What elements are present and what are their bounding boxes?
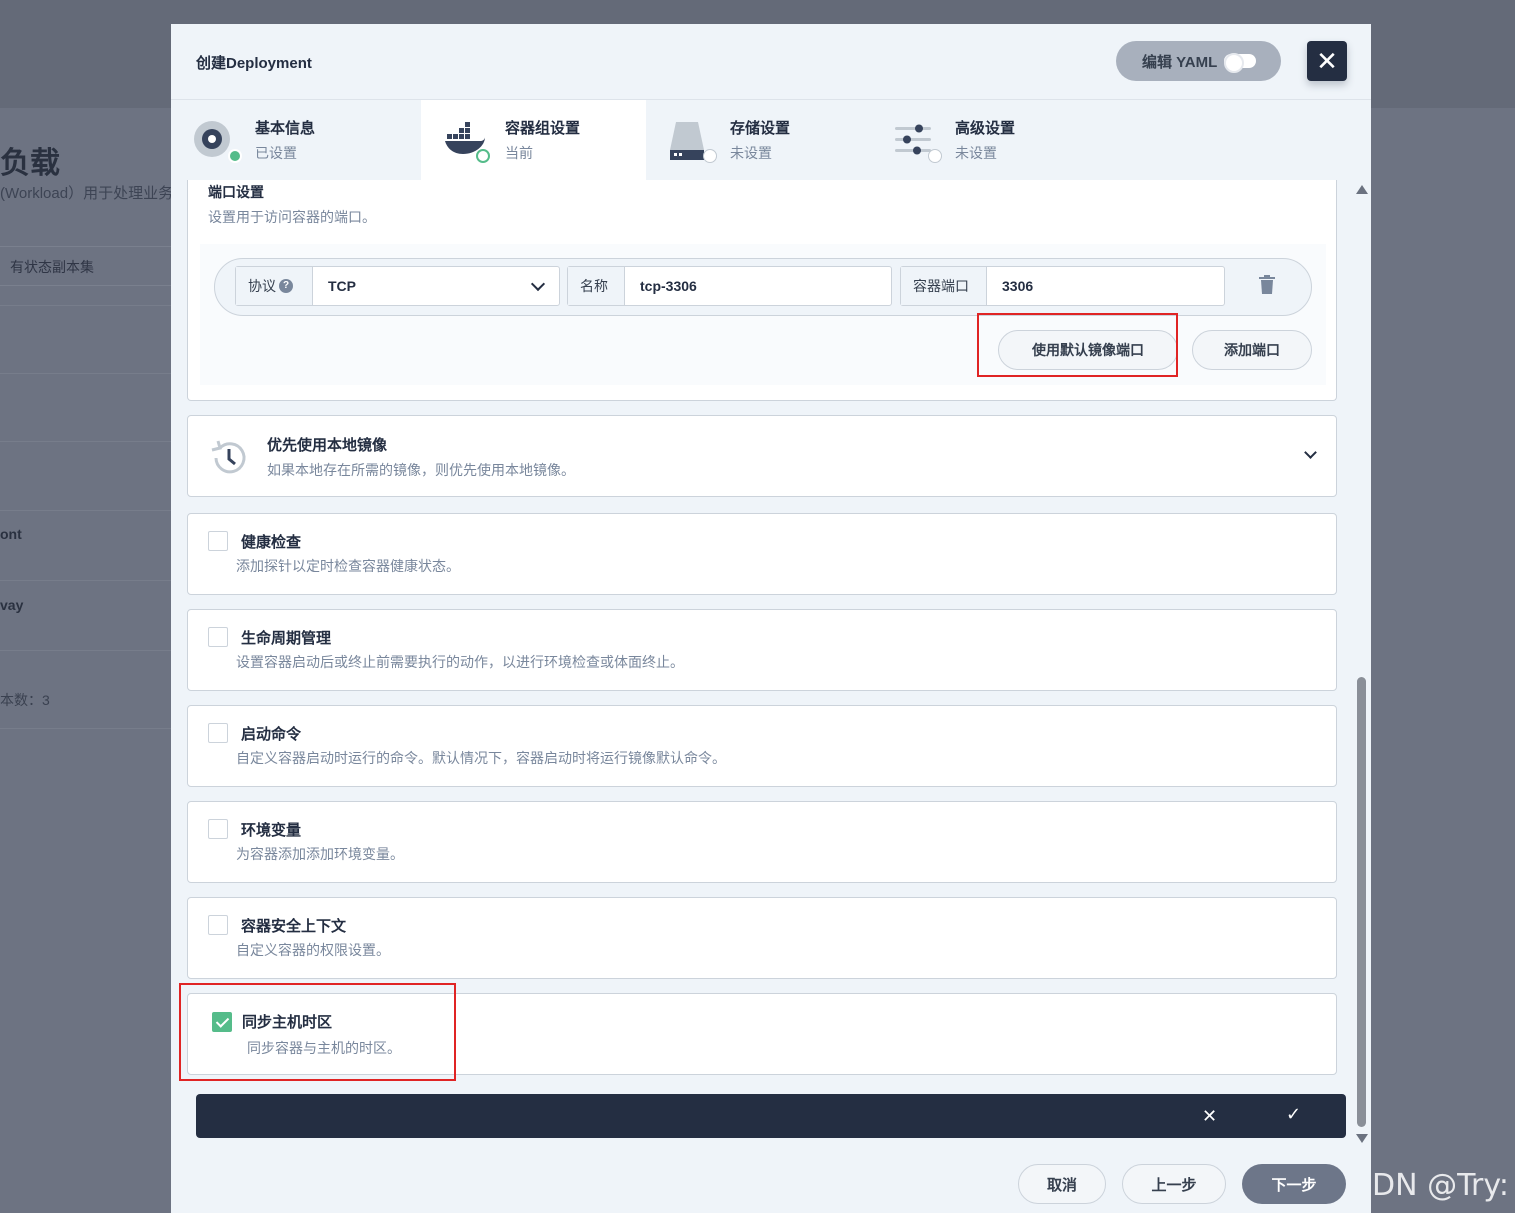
current-status-icon [476,149,490,163]
option-lifecycle: 生命周期管理 设置容器启动后或终止前需要执行的动作，以进行环境检查或体面终止。 [187,609,1337,691]
bg-page-title: 负载 [0,147,60,180]
step-name: 基本信息 [255,120,316,137]
bg-page-desc: (Workload）用于处理业务 [0,185,174,202]
bg-divider [0,510,171,511]
create-deployment-modal: 创建Deployment 编辑 YAML ✕ 基本信息 已设置 容器组设置 当前… [171,24,1371,1213]
bg-row-text: 本数：3 [0,692,50,708]
help-icon: ? [279,279,293,293]
modal-title: 创建Deployment [196,55,312,72]
option-title: 启动命令 [241,726,302,743]
step-state: 未设置 [955,145,997,161]
security-context-checkbox[interactable] [208,915,228,935]
step-basic-info[interactable]: 基本信息 已设置 [171,100,396,180]
port-name-field[interactable]: 名称 tcp-3306 [567,266,892,306]
option-desc: 为容器添加添加环境变量。 [236,846,404,862]
highlight-box [179,983,456,1081]
protocol-label: 协议 ? [236,267,313,305]
bg-divider [0,728,171,729]
step-state: 未设置 [730,145,772,161]
option-start-command: 启动命令 自定义容器启动时运行的命令。默认情况下，容器启动时将运行镜像默认命令。 [187,705,1337,787]
bg-divider [0,580,171,581]
port-row: 协议 ? TCP 名称 tcp-3306 容器端口 3306 [214,258,1312,316]
container-port-input[interactable]: 3306 [987,267,1224,305]
scroll-up-icon[interactable] [1356,185,1368,194]
bg-divider [0,650,171,651]
cancel-edit-icon[interactable]: ✕ [1202,1106,1217,1127]
close-icon: ✕ [1316,45,1338,76]
step-name: 高级设置 [955,120,1016,137]
option-title: 生命周期管理 [241,630,332,647]
scrollbar-thumb[interactable] [1357,677,1366,1127]
chevron-down-icon [530,276,546,292]
prefer-local-image-title: 优先使用本地镜像 [267,437,388,454]
next-step-button[interactable]: 下一步 [1242,1164,1346,1204]
protocol-select[interactable]: 协议 ? TCP [235,266,560,306]
option-title: 健康检查 [241,534,302,551]
bg-row-text: ont [0,526,22,542]
step-name: 存储设置 [730,120,791,137]
env-vars-checkbox[interactable] [208,819,228,839]
step-container-settings[interactable]: 容器组设置 当前 [421,100,646,180]
option-health-check: 健康检查 添加探针以定时检查容器健康状态。 [187,513,1337,595]
option-title: 容器安全上下文 [241,918,347,935]
step-storage-settings[interactable]: 存储设置 未设置 [646,100,871,180]
option-desc: 设置容器启动后或终止前需要执行的动作，以进行环境检查或体面终止。 [236,654,684,670]
container-port-field[interactable]: 容器端口 3306 [900,266,1225,306]
pending-status-icon [928,149,942,163]
step-advanced-settings[interactable]: 高级设置 未设置 [871,100,1096,180]
port-settings-desc: 设置用于访问容器的端口。 [208,209,376,225]
container-port-label: 容器端口 [901,267,987,305]
previous-step-button[interactable]: 上一步 [1122,1164,1226,1204]
prefer-local-image-card[interactable]: 优先使用本地镜像 如果本地存在所需的镜像，则优先使用本地镜像。 [187,415,1337,497]
step-tabs: 基本信息 已设置 容器组设置 当前 存储设置 未设置 高级设置 未设置 [171,100,1371,180]
bg-divider [0,373,171,374]
option-desc: 自定义容器启动时运行的命令。默认情况下，容器启动时将运行镜像默认命令。 [236,750,726,766]
step-name: 容器组设置 [505,120,581,137]
option-desc: 添加探针以定时检查容器健康状态。 [236,558,460,574]
close-button[interactable]: ✕ [1307,41,1347,81]
edit-yaml-toggle[interactable]: 编辑 YAML [1116,41,1281,81]
add-port-button[interactable]: 添加端口 [1192,330,1312,370]
chevron-down-icon[interactable] [1304,446,1317,459]
scroll-down-icon[interactable] [1356,1134,1368,1143]
confirm-edit-icon[interactable]: ✓ [1286,1104,1301,1125]
option-desc: 自定义容器的权限设置。 [236,942,390,958]
trash-icon[interactable] [1259,275,1275,295]
port-name-input[interactable]: tcp-3306 [625,267,891,305]
history-icon [211,440,246,474]
bg-tab-statefulset[interactable]: 有状态副本集 [10,257,94,277]
port-name-label: 名称 [568,267,625,305]
option-env-vars: 环境变量 为容器添加添加环境变量。 [187,801,1337,883]
toggle-switch-icon [1224,53,1256,73]
edit-confirm-bar: ✕ ✓ [196,1094,1346,1138]
option-security-context: 容器安全上下文 自定义容器的权限设置。 [187,897,1337,979]
protocol-value: TCP [313,267,559,305]
start-command-checkbox[interactable] [208,723,228,743]
lifecycle-checkbox[interactable] [208,627,228,647]
bg-row-text: vay [0,597,24,613]
highlight-box [977,313,1178,377]
health-check-checkbox[interactable] [208,531,228,551]
step-state: 当前 [505,145,533,161]
bg-divider [0,305,171,306]
pending-status-icon [703,149,717,163]
modal-header: 创建Deployment 编辑 YAML ✕ [171,24,1371,100]
option-title: 环境变量 [241,822,302,839]
cancel-button[interactable]: 取消 [1018,1164,1106,1204]
prefer-local-image-desc: 如果本地存在所需的镜像，则优先使用本地镜像。 [267,462,575,478]
port-settings-title: 端口设置 [208,184,264,200]
bg-divider [0,441,171,442]
done-status-icon [228,149,242,163]
step-state: 已设置 [255,145,297,161]
edit-yaml-label: 编辑 YAML [1142,53,1218,71]
